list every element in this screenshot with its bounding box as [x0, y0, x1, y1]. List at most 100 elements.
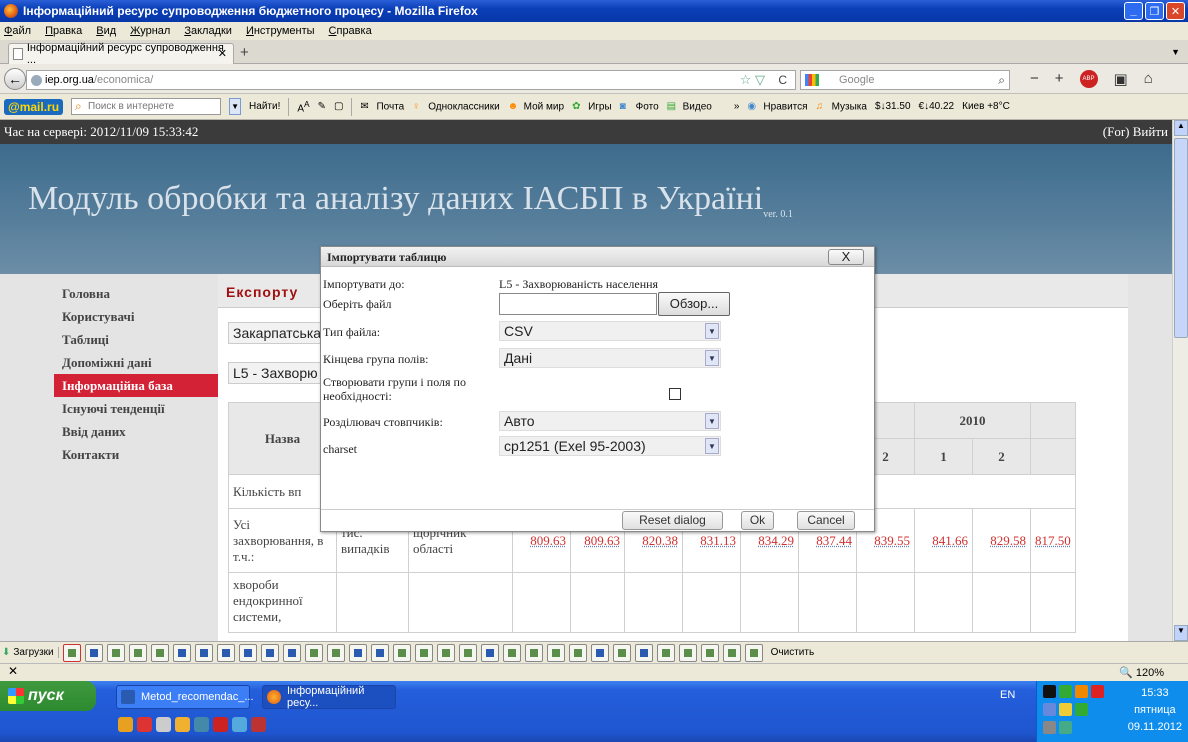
download-item[interactable] — [348, 643, 367, 662]
download-item[interactable] — [282, 643, 301, 662]
download-item[interactable] — [656, 643, 675, 662]
start-button[interactable]: пуск — [0, 681, 96, 711]
minimize-button[interactable]: _ — [1124, 2, 1143, 20]
download-item[interactable] — [304, 643, 323, 662]
taskbar-item-word[interactable]: Metod_recomendac_... — [116, 685, 254, 709]
reload-icon[interactable]: C — [778, 73, 787, 87]
browser-tab[interactable]: Інформаційний ресурс супроводження ... ✕ — [8, 42, 234, 66]
url-bar[interactable]: iep.org.ua/economica/ ☆ ▽ C — [26, 70, 796, 90]
sidebar-item-aux-data[interactable]: Допоміжні дані — [54, 351, 224, 374]
menu-view[interactable]: Вид — [96, 25, 116, 37]
opera-icon[interactable] — [137, 717, 152, 732]
download-item[interactable] — [128, 643, 147, 662]
new-tab-button[interactable]: + — [240, 44, 249, 61]
close-window-button[interactable]: ✕ — [1166, 2, 1185, 20]
page-icon[interactable]: ▢ — [334, 101, 343, 112]
app-icon[interactable] — [175, 717, 190, 732]
download-item[interactable] — [546, 643, 565, 662]
usd-rate[interactable]: $↓31.50 — [875, 101, 911, 112]
cancel-button[interactable]: Cancel — [797, 511, 855, 530]
create-fields-checkbox[interactable] — [669, 388, 681, 400]
games-link[interactable]: ✿ Игры — [572, 101, 612, 113]
download-item[interactable] — [722, 643, 741, 662]
ok-link[interactable]: ♀ Одноклассники — [412, 101, 499, 113]
download-item[interactable] — [326, 643, 345, 662]
photo-link[interactable]: ◙ Фото — [620, 101, 659, 113]
mailru-logo[interactable]: @mail.ru — [4, 98, 64, 115]
download-item[interactable] — [260, 643, 279, 662]
download-item[interactable] — [414, 643, 433, 662]
tray-icon[interactable] — [1075, 685, 1088, 698]
font-icon[interactable]: AA — [297, 99, 309, 114]
list-tabs-icon[interactable]: ▼ — [1171, 47, 1180, 57]
ie-icon[interactable] — [232, 717, 247, 732]
zoom-in-icon[interactable]: + — [1055, 70, 1064, 88]
scroll-thumb[interactable] — [1174, 138, 1188, 338]
likes-link[interactable]: ◉ Нравится — [747, 101, 807, 113]
tray-icon[interactable] — [1043, 685, 1056, 698]
taskbar-item-firefox[interactable]: Інформаційний ресу... — [262, 685, 396, 709]
charset-select[interactable]: cp1251 (Exel 95-2003) ▼ — [499, 436, 721, 456]
pencil-icon[interactable]: ✎ — [318, 101, 326, 112]
menu-bookmarks[interactable]: Закладки — [184, 25, 232, 37]
app-icon[interactable] — [194, 717, 209, 732]
browse-button[interactable]: Обзор... — [658, 292, 730, 316]
download-item[interactable] — [436, 643, 455, 662]
separator-select[interactable]: Авто ▼ — [499, 411, 721, 431]
download-item[interactable] — [634, 643, 653, 662]
more-chevron-icon[interactable]: » — [734, 101, 740, 112]
search-input[interactable]: Google ⌕ — [800, 70, 1010, 90]
tray-icon[interactable] — [1043, 703, 1056, 716]
ok-button[interactable]: Ok — [741, 511, 774, 530]
download-item[interactable] — [502, 643, 521, 662]
menu-help[interactable]: Справка — [329, 25, 372, 37]
app-icon[interactable] — [213, 717, 228, 732]
type-select[interactable]: CSV ▼ — [499, 321, 721, 341]
file-input[interactable] — [499, 293, 657, 315]
sidebar-item-tables[interactable]: Таблиці — [54, 328, 224, 351]
close-bar-icon[interactable]: ✕ — [8, 664, 18, 678]
menu-tools[interactable]: Инструменты — [246, 25, 315, 37]
download-item[interactable] — [370, 643, 389, 662]
search-icon[interactable]: ⌕ — [998, 73, 1005, 88]
menu-history[interactable]: Журнал — [130, 25, 170, 37]
menu-edit[interactable]: Правка — [45, 25, 82, 37]
mailru-search-input[interactable]: Поиск в интернете — [71, 98, 222, 115]
download-item[interactable] — [84, 643, 103, 662]
search-engine-icon[interactable] — [805, 74, 819, 86]
download-item[interactable] — [106, 643, 125, 662]
download-item[interactable] — [194, 643, 213, 662]
weather[interactable]: Киев +8°C — [962, 101, 1010, 112]
site-identity-icon[interactable] — [31, 75, 42, 86]
download-item[interactable] — [480, 643, 499, 662]
tray-icon[interactable] — [1043, 721, 1056, 734]
addon-icon[interactable]: ▣ — [1114, 70, 1128, 88]
bookmark-star-icon[interactable]: ☆ ▽ — [740, 72, 765, 88]
music-link[interactable]: ♫ Музыка — [816, 101, 867, 113]
download-item[interactable] — [458, 643, 477, 662]
sidebar-item-data-input[interactable]: Ввід даних — [54, 420, 224, 443]
tray-icon[interactable] — [1059, 721, 1072, 734]
adblock-icon[interactable]: ABP — [1079, 70, 1098, 88]
download-item[interactable] — [524, 643, 543, 662]
zoom-out-icon[interactable]: − — [1030, 70, 1039, 88]
download-item[interactable] — [612, 643, 631, 662]
scroll-down-icon[interactable]: ▼ — [1174, 625, 1188, 641]
language-indicator[interactable]: EN — [1000, 689, 1015, 701]
downloads-button[interactable]: ⬇ Загрузки — [2, 647, 59, 658]
download-item[interactable] — [150, 643, 169, 662]
group-select[interactable]: Дані ▼ — [499, 348, 721, 368]
table-cell[interactable]: 817.50 — [1030, 508, 1076, 573]
scroll-up-icon[interactable]: ▲ — [1174, 120, 1188, 136]
table-cell[interactable]: 829.58 — [972, 508, 1031, 573]
eur-rate[interactable]: €↓40.22 — [919, 101, 955, 112]
download-item[interactable] — [238, 643, 257, 662]
video-link[interactable]: ▤ Видео — [667, 101, 712, 113]
download-item[interactable] — [700, 643, 719, 662]
page-scrollbar[interactable]: ▲ ▼ — [1172, 120, 1188, 641]
table-cell[interactable]: 841.66 — [914, 508, 973, 573]
chevron-down-icon[interactable]: ▼ — [229, 98, 242, 115]
download-item[interactable] — [392, 643, 411, 662]
sidebar-item-home[interactable]: Головна — [54, 282, 224, 305]
app-icon[interactable] — [156, 717, 171, 732]
